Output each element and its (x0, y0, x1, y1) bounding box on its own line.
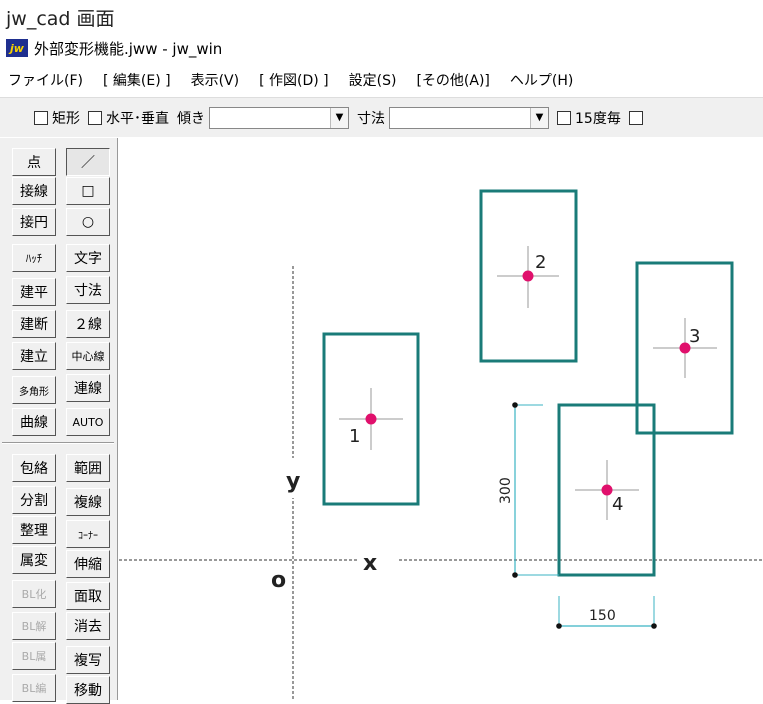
tool-block-create[interactable]: BL化 (12, 580, 56, 608)
tool-continuous-line[interactable]: 連線 (66, 374, 110, 402)
menu-edit[interactable]: [ 編集(E) ] (103, 70, 171, 90)
tool-chamfer[interactable]: 面取 (66, 582, 110, 610)
point-3[interactable]: 3 (653, 318, 717, 378)
tool-block-attr[interactable]: BL属 (12, 642, 56, 670)
tool-circle[interactable]: ○ (66, 208, 110, 236)
tool-tangent-line[interactable]: 接線 (12, 177, 56, 205)
drawing-canvas[interactable]: x y o 1 2 3 4 300 150 (119, 138, 763, 700)
tool-tangent-circle[interactable]: 接円 (12, 208, 56, 236)
tool-rectangle[interactable]: □ (66, 177, 110, 205)
point-2-label: 2 (535, 252, 546, 273)
palette-divider (2, 442, 114, 444)
point-4[interactable]: 4 (575, 460, 639, 520)
hv-checkbox[interactable] (88, 110, 102, 125)
tool-block-release[interactable]: BL解 (12, 612, 56, 640)
tool-corner[interactable]: ｺｰﾅｰ (66, 520, 110, 548)
tool-extend[interactable]: 伸縮 (66, 550, 110, 578)
tool-envelope[interactable]: 包絡 (12, 454, 56, 482)
point-1[interactable]: 1 (339, 388, 403, 450)
dim-horizontal-label: 150 (589, 608, 616, 624)
point-3-label: 3 (689, 326, 700, 347)
dimension-vertical[interactable]: 300 (498, 402, 559, 578)
tool-range[interactable]: 範囲 (66, 454, 110, 482)
drawing-svg[interactable]: x y o 1 2 3 4 300 150 (119, 138, 763, 700)
rect-checkbox[interactable] (34, 110, 48, 125)
point-4-label: 4 (612, 494, 623, 515)
tilt-select[interactable]: ▼ (209, 106, 349, 129)
tool-section[interactable]: 建断 (12, 310, 56, 338)
tool-hatch[interactable]: ﾊｯﾁ (12, 244, 56, 272)
app-icon: jw (6, 39, 28, 57)
tool-elevation[interactable]: 建立 (12, 342, 56, 370)
title-bar: jw 外部変形機能.jww - jw_win (0, 34, 763, 62)
axis-y-label: y (286, 469, 300, 494)
point-2-marker[interactable] (522, 270, 534, 282)
tool-plan[interactable]: 建平 (12, 278, 56, 306)
dimension-horizontal[interactable]: 150 (556, 596, 657, 629)
axis-x-label: x (363, 551, 377, 576)
tool-offset[interactable]: 複線 (66, 488, 110, 516)
deg15-checkbox[interactable] (557, 110, 571, 125)
menu-help[interactable]: ヘルプ(H) (510, 70, 573, 90)
tool-point[interactable]: 点 (12, 148, 56, 176)
dim-select[interactable]: ▼ (389, 106, 549, 129)
chevron-down-icon[interactable]: ▼ (530, 107, 548, 128)
tool-dimension[interactable]: 寸法 (66, 276, 110, 304)
tool-curve[interactable]: 曲線 (12, 408, 56, 436)
menu-other[interactable]: [その他(A)] (416, 70, 489, 90)
tool-center-line[interactable]: 中心線 (66, 342, 110, 370)
tool-attr-change[interactable]: 属変 (12, 546, 56, 574)
extra-checkbox[interactable] (628, 110, 643, 125)
rect-label: 矩形 (52, 110, 80, 127)
menu-draw[interactable]: [ 作図(D) ] (259, 70, 329, 90)
point-1-label: 1 (349, 426, 360, 447)
chevron-down-icon[interactable]: ▼ (330, 107, 348, 128)
dim-vertical-label: 300 (498, 477, 514, 504)
window-title: 外部変形機能.jww - jw_win (34, 39, 223, 58)
hv-label: 水平･垂直 (106, 110, 169, 127)
menu-settings[interactable]: 設定(S) (349, 70, 397, 90)
tool-organize[interactable]: 整理 (12, 516, 56, 544)
dim-label: 寸法 (357, 110, 385, 127)
tool-copy[interactable]: 複写 (66, 646, 110, 674)
tool-block-edit[interactable]: BL編 (12, 674, 56, 702)
point-1-marker[interactable] (365, 413, 377, 425)
tool-palette: 点 接線 接円 ﾊｯﾁ 建平 建断 建立 多角形 曲線 ／ □ ○ 文字 寸法 … (0, 138, 118, 704)
origin-label: o (271, 568, 286, 593)
tilt-label: 傾き (177, 110, 205, 127)
menu-bar: ファイル(F) [ 編集(E) ] 表示(V) [ 作図(D) ] 設定(S) … (0, 66, 763, 94)
tool-text[interactable]: 文字 (66, 244, 110, 272)
tool-double-line[interactable]: ２線 (66, 310, 110, 338)
tool-auto[interactable]: AUTO (66, 408, 110, 436)
tool-erase[interactable]: 消去 (66, 612, 110, 640)
menu-file[interactable]: ファイル(F) (8, 70, 83, 90)
page-caption: jw_cad 画面 (6, 8, 115, 30)
deg15-label: 15度毎 (575, 110, 621, 127)
tool-line[interactable]: ／ (66, 148, 110, 176)
tool-divide[interactable]: 分割 (12, 486, 56, 514)
point-2[interactable]: 2 (497, 246, 559, 308)
tool-polygon[interactable]: 多角形 (12, 376, 56, 404)
menu-view[interactable]: 表示(V) (191, 70, 240, 90)
point-4-marker[interactable] (601, 484, 613, 496)
tool-options-bar: 矩形 水平･垂直 傾き ▼ 寸法 ▼ 15度毎 (0, 97, 763, 137)
